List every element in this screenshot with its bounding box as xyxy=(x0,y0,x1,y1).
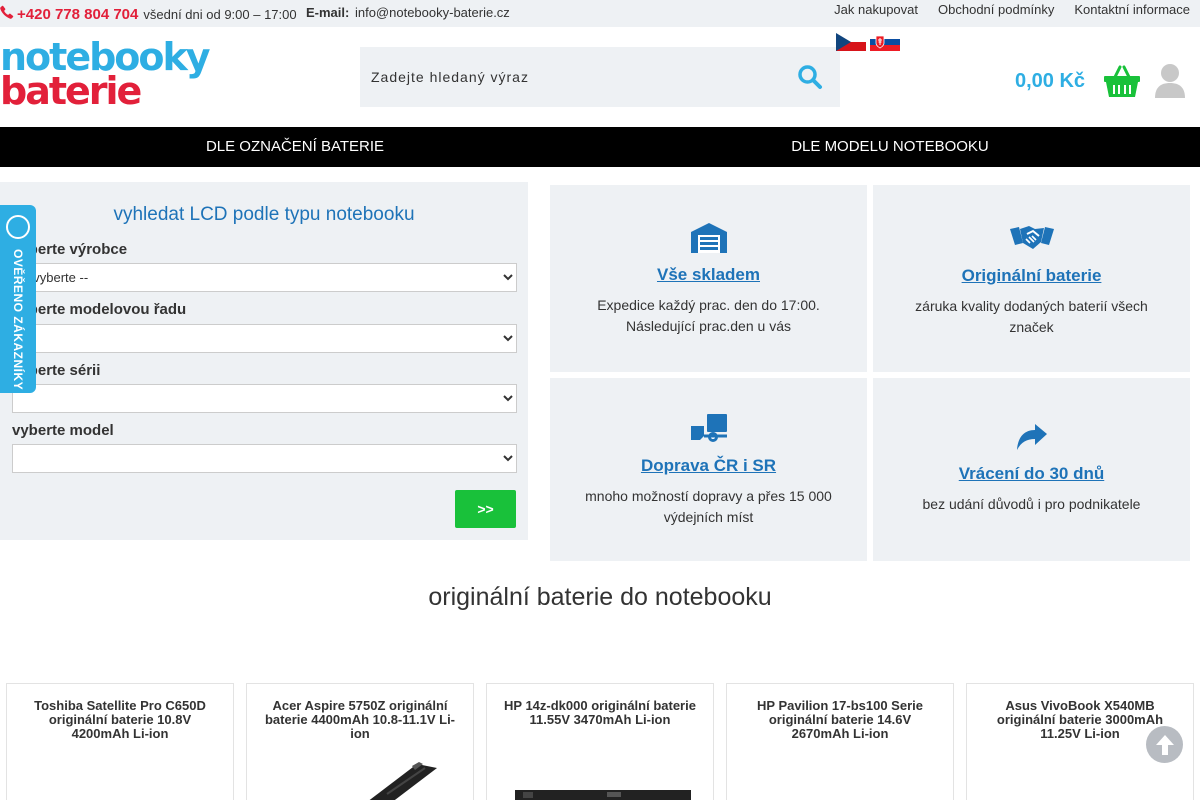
feature-in-stock: Vše skladem Expedice každý prac. den do … xyxy=(550,185,867,372)
verified-badge-text: OVĚŘENO ZÁKAZNÍKY xyxy=(11,249,25,391)
model-label: vyberte model xyxy=(12,422,114,439)
feature-returns: Vrácení do 30 dnů bez udání důvodů i pro… xyxy=(873,378,1190,561)
search-icon xyxy=(798,65,822,89)
email-link[interactable]: info@notebooky-baterie.cz xyxy=(355,5,510,20)
contact-phone: +420 778 804 704 všední dni od 9:00 – 17… xyxy=(0,5,297,23)
lcd-search-submit-button[interactable]: >> xyxy=(455,490,516,528)
logo-line2: baterie xyxy=(0,69,142,113)
feature-shipping-desc: mnoho možností dopravy a přes 15 000 výd… xyxy=(585,488,832,525)
feature-in-stock-title[interactable]: Vše skladem xyxy=(550,265,867,285)
truck-icon xyxy=(550,413,867,443)
manufacturer-select[interactable]: -- vyberte -- xyxy=(12,263,517,292)
feature-original-title[interactable]: Originální baterie xyxy=(873,266,1190,286)
main-navigation: DLE OZNAČENÍ BATERIE DLE MODELU NOTEBOOK… xyxy=(0,127,1200,167)
feature-original: Originální baterie záruka kvality dodaný… xyxy=(873,185,1190,372)
basket-icon[interactable] xyxy=(1103,65,1141,104)
nav-by-battery-code[interactable]: DLE OZNAČENÍ BATERIE xyxy=(0,127,590,167)
product-card[interactable]: HP 14z-dk000 originální baterie 11.55V 3… xyxy=(486,683,714,800)
share-arrow-icon xyxy=(873,423,1190,451)
battery-image xyxy=(515,790,691,800)
feature-shipping: Doprava ČR i SR mnoho možností dopravy a… xyxy=(550,378,867,561)
series-select[interactable] xyxy=(12,384,517,413)
warehouse-icon xyxy=(550,222,867,254)
model-range-label: vyberte modelovou řadu xyxy=(12,301,187,318)
search-input[interactable] xyxy=(360,47,780,107)
language-switch xyxy=(836,33,900,51)
feature-in-stock-desc: Expedice každý prac. den do 17:00. Násle… xyxy=(597,297,820,334)
model-select[interactable] xyxy=(12,444,517,473)
section-title-batteries: originální baterie do notebooku xyxy=(428,583,772,611)
link-terms[interactable]: Obchodní podmínky xyxy=(938,2,1054,17)
product-name[interactable]: Acer Aspire 5750Z originální baterie 440… xyxy=(247,684,473,741)
model-range-select[interactable] xyxy=(12,324,517,353)
product-card[interactable]: Toshiba Satellite Pro C650D originální b… xyxy=(6,683,234,800)
product-card[interactable]: HP Pavilion 17-bs100 Serie originální ba… xyxy=(726,683,954,800)
phone-icon xyxy=(0,5,14,22)
feature-returns-title[interactable]: Vrácení do 30 dnů xyxy=(873,464,1190,484)
handshake-icon xyxy=(873,223,1190,251)
arrow-up-icon xyxy=(1155,734,1174,755)
search-button[interactable] xyxy=(780,47,840,107)
search-bar xyxy=(360,47,840,107)
top-links: Jak nakupovat Obchodní podmínky Kontaktn… xyxy=(834,2,1190,17)
link-contact[interactable]: Kontaktní informace xyxy=(1074,2,1190,17)
lcd-search-title: vyhledat LCD podle typu notebooku xyxy=(113,204,415,225)
verified-seal-icon xyxy=(6,215,30,239)
product-name[interactable]: HP Pavilion 17-bs100 Serie originální ba… xyxy=(727,684,953,741)
feature-returns-desc: bez udání důvodů i pro podnikatele xyxy=(922,496,1141,512)
email-label: E-mail: xyxy=(306,5,350,20)
product-card[interactable]: Acer Aspire 5750Z originální baterie 440… xyxy=(246,683,474,800)
slovak-flag-icon[interactable] xyxy=(870,33,900,51)
nav-by-notebook-model[interactable]: DLE MODELU NOTEBOOKU xyxy=(590,127,1190,167)
product-name[interactable]: Toshiba Satellite Pro C650D originální b… xyxy=(7,684,233,741)
contact-email: E-mail: info@notebooky-baterie.cz xyxy=(306,5,510,20)
scroll-to-top-button[interactable] xyxy=(1146,726,1183,763)
cart-total[interactable]: 0,00 Kč xyxy=(1015,70,1085,93)
battery-image xyxy=(369,762,437,800)
link-how-to-shop[interactable]: Jak nakupovat xyxy=(834,2,918,17)
feature-shipping-title[interactable]: Doprava ČR i SR xyxy=(550,456,867,476)
czech-flag-icon[interactable] xyxy=(836,33,866,51)
top-bar: +420 778 804 704 všední dni od 9:00 – 17… xyxy=(0,0,1200,27)
product-name[interactable]: HP 14z-dk000 originální baterie 11.55V 3… xyxy=(487,684,713,727)
user-icon[interactable] xyxy=(1154,63,1186,104)
lcd-search-panel: vyhledat LCD podle typu notebooku vybert… xyxy=(0,182,528,540)
phone-number[interactable]: +420 778 804 704 xyxy=(17,6,138,23)
site-logo[interactable]: notebooky baterie.cz xyxy=(0,38,211,147)
feature-original-desc: záruka kvality dodaných baterií všech zn… xyxy=(915,298,1148,335)
opening-hours: všední dni od 9:00 – 17:00 xyxy=(143,7,297,22)
verified-by-customers-badge[interactable]: OVĚŘENO ZÁKAZNÍKY xyxy=(0,205,36,393)
